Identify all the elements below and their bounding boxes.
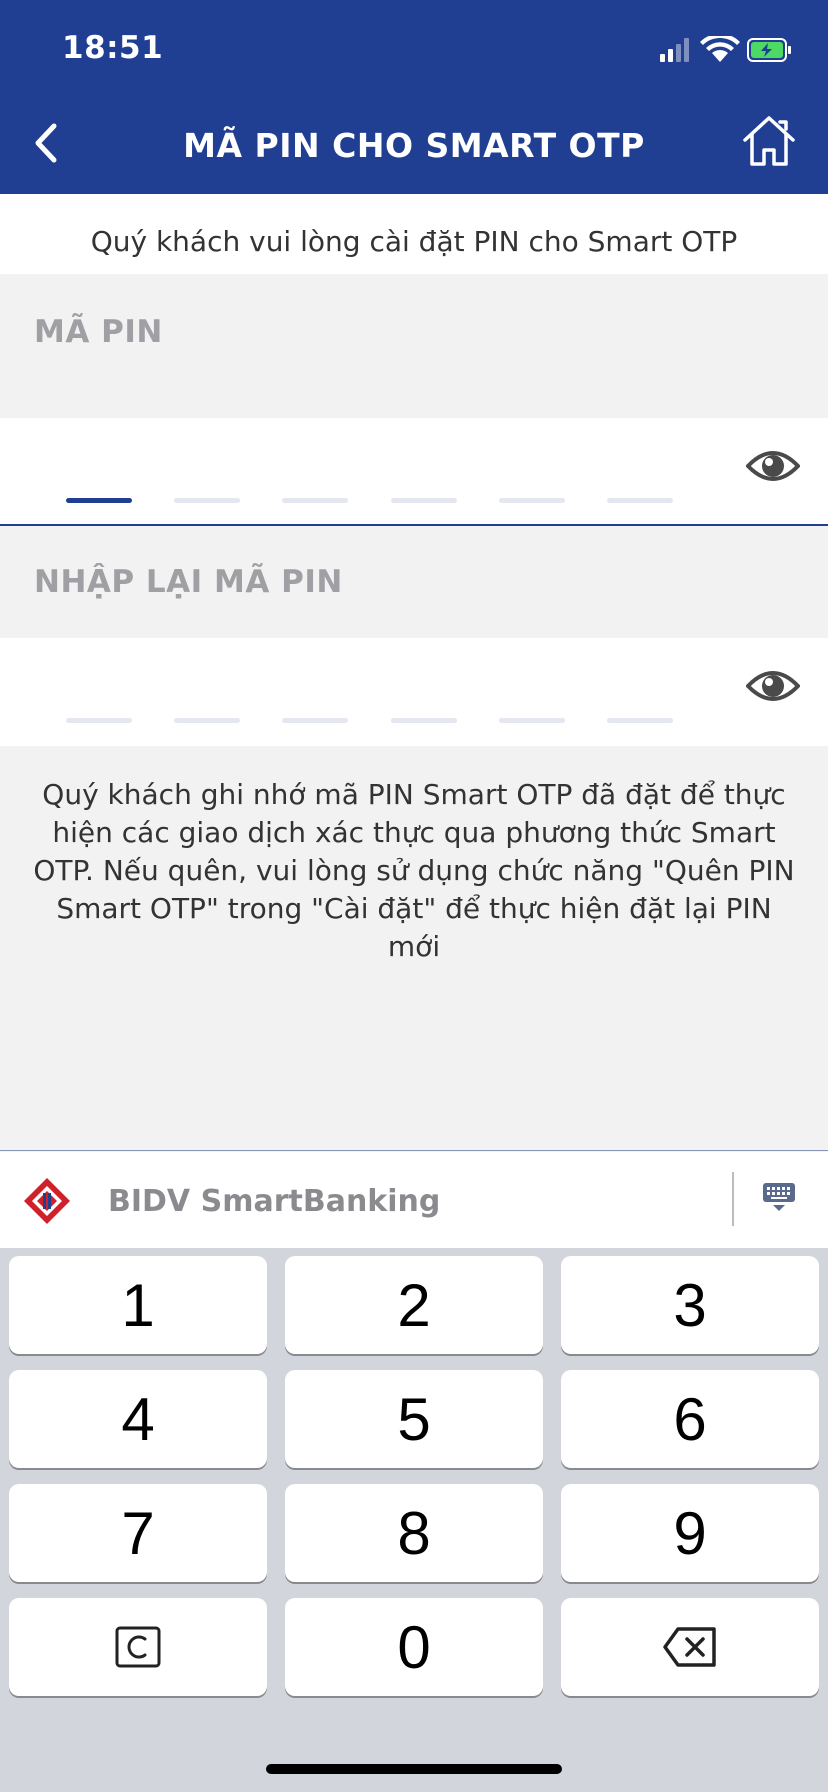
- status-icons: [660, 36, 791, 62]
- key-6[interactable]: 6: [561, 1370, 819, 1468]
- instruction-text: Quý khách vui lòng cài đặt PIN cho Smart…: [0, 194, 828, 274]
- clear-key[interactable]: [9, 1598, 267, 1696]
- clear-icon: [115, 1626, 161, 1668]
- pin-digit-3: [282, 498, 348, 503]
- pin-digit-1: [66, 498, 132, 503]
- key-3[interactable]: 3: [561, 1256, 819, 1354]
- backspace-icon: [663, 1627, 716, 1667]
- keyboard-title: BIDV SmartBanking: [108, 1184, 441, 1219]
- backspace-key[interactable]: [561, 1598, 819, 1696]
- confirm-pin-digit-3: [282, 718, 348, 723]
- pin-input[interactable]: [0, 418, 828, 526]
- confirm-pin-label: NHẬP LẠI MÃ PIN: [34, 564, 343, 600]
- status-time: 18:51: [62, 30, 164, 66]
- numeric-keypad: 1 2 3 4 5 6 7 8 9 0: [0, 1248, 828, 1792]
- pin-digit-6: [607, 498, 673, 503]
- show-confirm-pin-eye-icon[interactable]: [746, 666, 800, 706]
- app-header: 18:51 MÃ PIN CHO SMART OTP: [0, 0, 828, 194]
- hide-keyboard-icon[interactable]: [762, 1182, 796, 1212]
- key-8[interactable]: 8: [285, 1484, 543, 1582]
- bidv-logo-icon: [24, 1178, 70, 1224]
- home-icon: [743, 116, 795, 166]
- toolbar-separator: [732, 1172, 734, 1226]
- key-4[interactable]: 4: [9, 1370, 267, 1468]
- key-7[interactable]: 7: [9, 1484, 267, 1582]
- key-1[interactable]: 1: [9, 1256, 267, 1354]
- pin-digit-4: [391, 498, 457, 503]
- confirm-pin-digit-2: [174, 718, 240, 723]
- home-button[interactable]: [740, 112, 798, 170]
- confirm-pin-section-header: NHẬP LẠI MÃ PIN: [0, 526, 828, 636]
- battery-icon: [747, 38, 791, 62]
- keyboard-top-border: [0, 1150, 828, 1151]
- wifi-icon: [700, 36, 740, 62]
- key-0[interactable]: 0: [285, 1598, 543, 1696]
- confirm-pin-digit-6: [607, 718, 673, 723]
- pin-digit-5: [499, 498, 565, 503]
- pin-section-header: MÃ PIN: [0, 274, 828, 384]
- pin-label: MÃ PIN: [34, 314, 163, 350]
- key-2[interactable]: 2: [285, 1256, 543, 1354]
- signal-icon: [660, 38, 689, 62]
- key-5[interactable]: 5: [285, 1370, 543, 1468]
- key-9[interactable]: 9: [561, 1484, 819, 1582]
- show-pin-eye-icon[interactable]: [746, 446, 800, 486]
- confirm-pin-input[interactable]: [0, 638, 828, 746]
- home-indicator[interactable]: [266, 1764, 562, 1774]
- keyboard-toolbar: BIDV SmartBanking: [0, 1152, 828, 1248]
- confirm-pin-digit-4: [391, 718, 457, 723]
- page-title: MÃ PIN CHO SMART OTP: [183, 126, 645, 165]
- pin-digit-2: [174, 498, 240, 503]
- confirm-pin-digit-1: [66, 718, 132, 723]
- pin-reminder-note: Quý khách ghi nhớ mã PIN Smart OTP đã đặ…: [33, 778, 795, 963]
- confirm-pin-digit-5: [499, 718, 565, 723]
